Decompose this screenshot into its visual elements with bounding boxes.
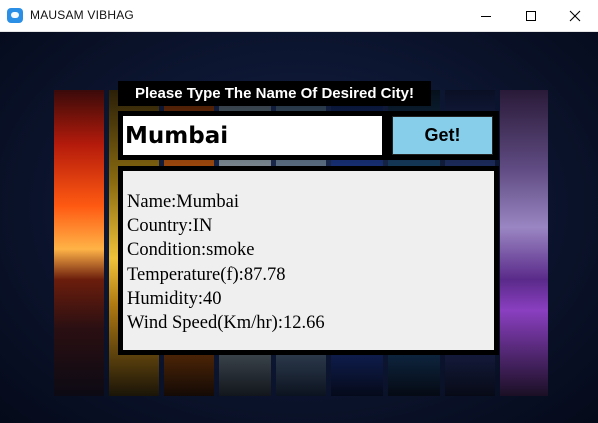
maximize-icon (526, 10, 536, 21)
app-icon (7, 8, 23, 23)
minimize-button[interactable] (463, 0, 509, 31)
get-button[interactable]: Get! (392, 116, 493, 155)
city-input[interactable] (123, 116, 382, 155)
strip-sunset (54, 90, 104, 396)
maximize-button[interactable] (508, 0, 554, 31)
close-icon (569, 10, 581, 21)
result-frame: Name:Mumbai Country:IN Condition:smoke T… (118, 166, 499, 355)
prompt-heading: Please Type The Name Of Desired City! (118, 81, 431, 106)
strip-purple (500, 90, 548, 396)
result-name: Name:Mumbai (127, 192, 240, 212)
city-input-frame (118, 111, 387, 160)
result-wind-speed: Wind Speed(Km/hr):12.66 (127, 313, 325, 334)
close-button[interactable] (552, 0, 598, 31)
result-temperature: Temperature(f):87.78 (127, 264, 286, 285)
window-title: MAUSAM VIBHAG (30, 8, 134, 22)
minimize-icon (481, 15, 491, 17)
weather-result: Name:Mumbai Country:IN Condition:smoke T… (123, 171, 494, 350)
result-humidity: Humidity:40 (127, 288, 222, 309)
get-button-frame: Get! (387, 111, 499, 160)
result-country: Country:IN (127, 216, 213, 237)
title-bar: MAUSAM VIBHAG (0, 0, 598, 32)
result-condition: Condition:smoke (127, 240, 255, 261)
